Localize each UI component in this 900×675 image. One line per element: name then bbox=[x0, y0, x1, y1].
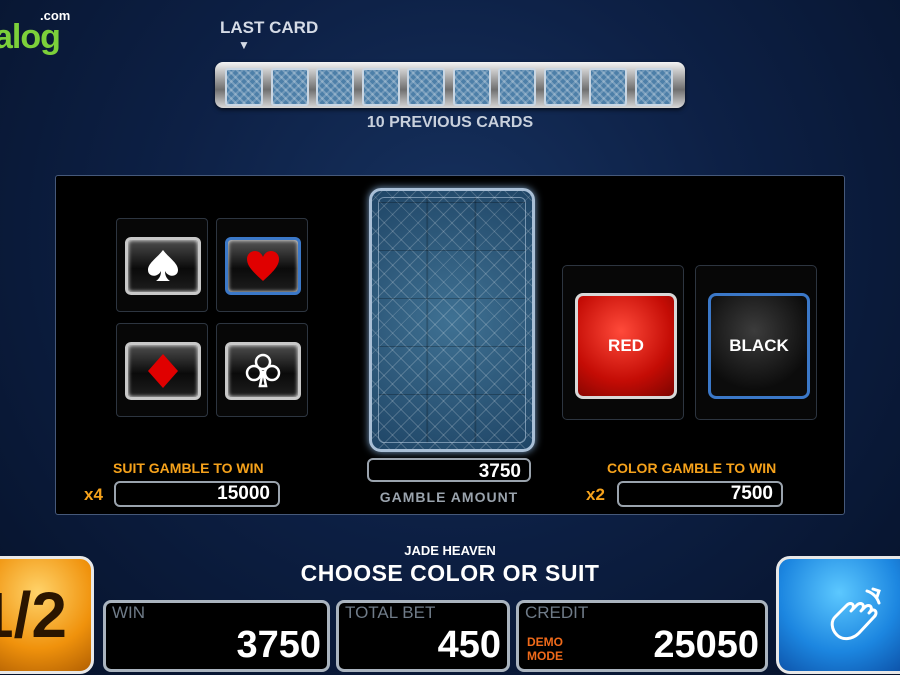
color-win-label: COLOR GAMBLE TO WIN bbox=[607, 460, 777, 476]
diamond-button[interactable] bbox=[125, 342, 201, 400]
site-logo: .com alog bbox=[0, 8, 70, 58]
diamond-icon bbox=[148, 354, 178, 388]
suit-slot-spade bbox=[116, 218, 208, 312]
half-gamble-button[interactable]: 1/2 bbox=[0, 556, 94, 674]
previous-card-3 bbox=[316, 68, 354, 106]
spade-icon bbox=[148, 250, 178, 281]
previous-card-7 bbox=[498, 68, 536, 106]
total-bet-meter: TOTAL BET 450 bbox=[336, 600, 510, 672]
previous-card-9 bbox=[589, 68, 627, 106]
gamble-board: SUIT GAMBLE TO WIN x4 15000 3750 GAMBLE … bbox=[55, 175, 845, 515]
credit-value: 25050 bbox=[653, 624, 759, 666]
hand-wave-icon bbox=[830, 587, 881, 641]
suit-multiplier: x4 bbox=[84, 485, 103, 504]
club-button[interactable] bbox=[225, 342, 301, 400]
gamble-amount-label: GAMBLE AMOUNT bbox=[379, 489, 519, 505]
logo-name: alog bbox=[0, 18, 61, 56]
win-meter-label: WIN bbox=[112, 603, 146, 622]
previous-card-5 bbox=[407, 68, 445, 106]
suit-slot-club bbox=[216, 323, 308, 417]
demo-mode-line2: MODE bbox=[527, 649, 563, 663]
previous-card-10 bbox=[634, 68, 673, 106]
heart-button[interactable] bbox=[225, 237, 301, 295]
suit-win-value: 15000 bbox=[114, 481, 280, 507]
credit-label: CREDIT bbox=[525, 603, 589, 622]
last-card-label: LAST CARD bbox=[220, 18, 319, 37]
suit-win-label: SUIT GAMBLE TO WIN bbox=[113, 460, 264, 476]
history-caption: 10 PREVIOUS CARDS bbox=[366, 114, 534, 131]
status-message: CHOOSE COLOR OR SUIT bbox=[300, 560, 600, 586]
win-meter: WIN 3750 bbox=[103, 600, 330, 672]
color-win-value: 7500 bbox=[617, 481, 783, 507]
demo-mode-badge: DEMO MODE bbox=[527, 635, 563, 663]
previous-card-1 bbox=[225, 68, 263, 106]
red-button[interactable]: RED bbox=[575, 293, 677, 399]
color-slot-black: BLACK bbox=[695, 265, 817, 420]
previous-card-2 bbox=[270, 68, 309, 106]
suit-slot-diamond bbox=[116, 323, 208, 417]
black-button[interactable]: BLACK bbox=[708, 293, 810, 399]
card-history-tray bbox=[215, 62, 685, 108]
credit-meter: CREDIT DEMO MODE 25050 bbox=[516, 600, 768, 672]
total-bet-label: TOTAL BET bbox=[345, 603, 436, 622]
face-down-card bbox=[369, 188, 535, 452]
total-bet-value: 450 bbox=[437, 624, 501, 666]
win-meter-value: 3750 bbox=[236, 624, 321, 666]
suit-slot-heart bbox=[216, 218, 308, 312]
club-icon bbox=[245, 353, 281, 388]
gamble-amount-value: 3750 bbox=[367, 458, 531, 482]
previous-card-6 bbox=[452, 68, 491, 106]
heart-icon bbox=[247, 251, 279, 281]
demo-mode-line1: DEMO bbox=[527, 635, 563, 649]
spade-button[interactable] bbox=[125, 237, 201, 295]
previous-card-4 bbox=[361, 68, 400, 106]
last-card-arrow-icon: ▼ bbox=[238, 38, 250, 52]
previous-card-8 bbox=[543, 68, 582, 106]
game-name: JADE HEAVEN bbox=[404, 543, 496, 558]
color-slot-red: RED bbox=[562, 265, 684, 420]
color-multiplier: x2 bbox=[586, 485, 605, 504]
collect-button[interactable] bbox=[776, 556, 900, 674]
